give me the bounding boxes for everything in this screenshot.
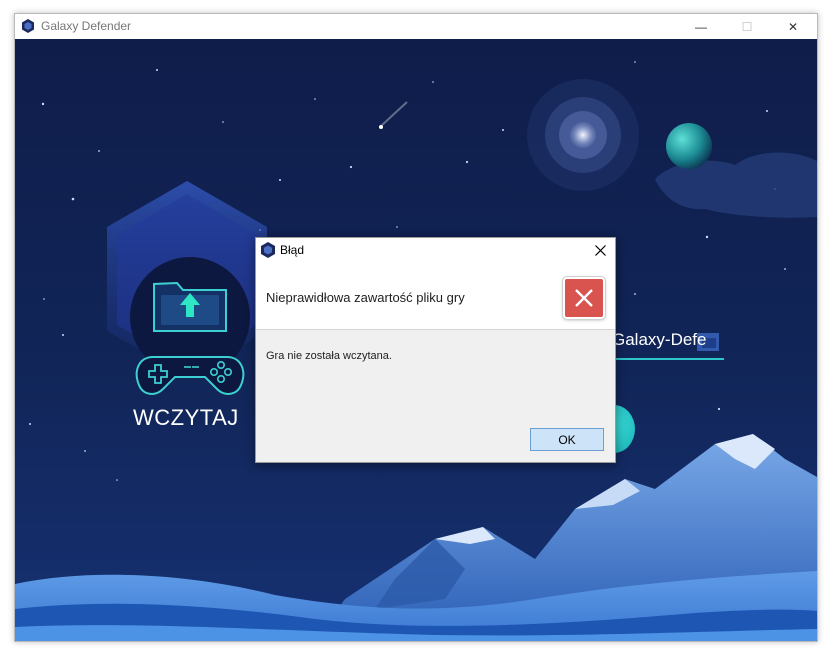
close-button[interactable]: ✕	[770, 14, 816, 39]
error-icon	[563, 277, 605, 319]
dialog-close-button[interactable]	[586, 238, 615, 263]
minimize-icon: —	[695, 19, 707, 34]
close-icon	[595, 245, 606, 256]
window-titlebar[interactable]: Galaxy Defender — ☐ ✕	[15, 14, 817, 39]
maximize-button[interactable]: ☐	[724, 14, 770, 39]
moon	[527, 79, 639, 191]
maximize-icon: ☐	[741, 19, 753, 34]
app-logo-icon	[261, 242, 275, 258]
minimize-button[interactable]: —	[678, 14, 724, 39]
dialog-heading: Nieprawidłowa zawartość pliku gry	[266, 290, 465, 305]
dialog-titlebar[interactable]: Błąd	[256, 238, 615, 263]
dialog-title: Błąd	[280, 243, 305, 257]
shooting-star	[380, 101, 408, 127]
error-x-icon	[575, 289, 593, 307]
close-icon: ✕	[787, 19, 799, 34]
ok-button[interactable]: OK	[530, 428, 604, 451]
planet	[655, 123, 817, 218]
dialog-message: Gra nie została wczytana.	[266, 350, 392, 362]
galaxy-defender-label[interactable]: Galaxy-Defe	[612, 330, 706, 350]
dialog-header: Nieprawidłowa zawartość pliku gry	[256, 263, 615, 330]
app-logo-icon	[22, 19, 34, 33]
label-underline	[612, 358, 724, 360]
error-dialog: Błąd Nieprawidłowa zawartość pliku gry G…	[255, 237, 616, 463]
load-game-label[interactable]: WCZYTAJ	[133, 405, 239, 431]
window-title: Galaxy Defender	[41, 19, 132, 33]
